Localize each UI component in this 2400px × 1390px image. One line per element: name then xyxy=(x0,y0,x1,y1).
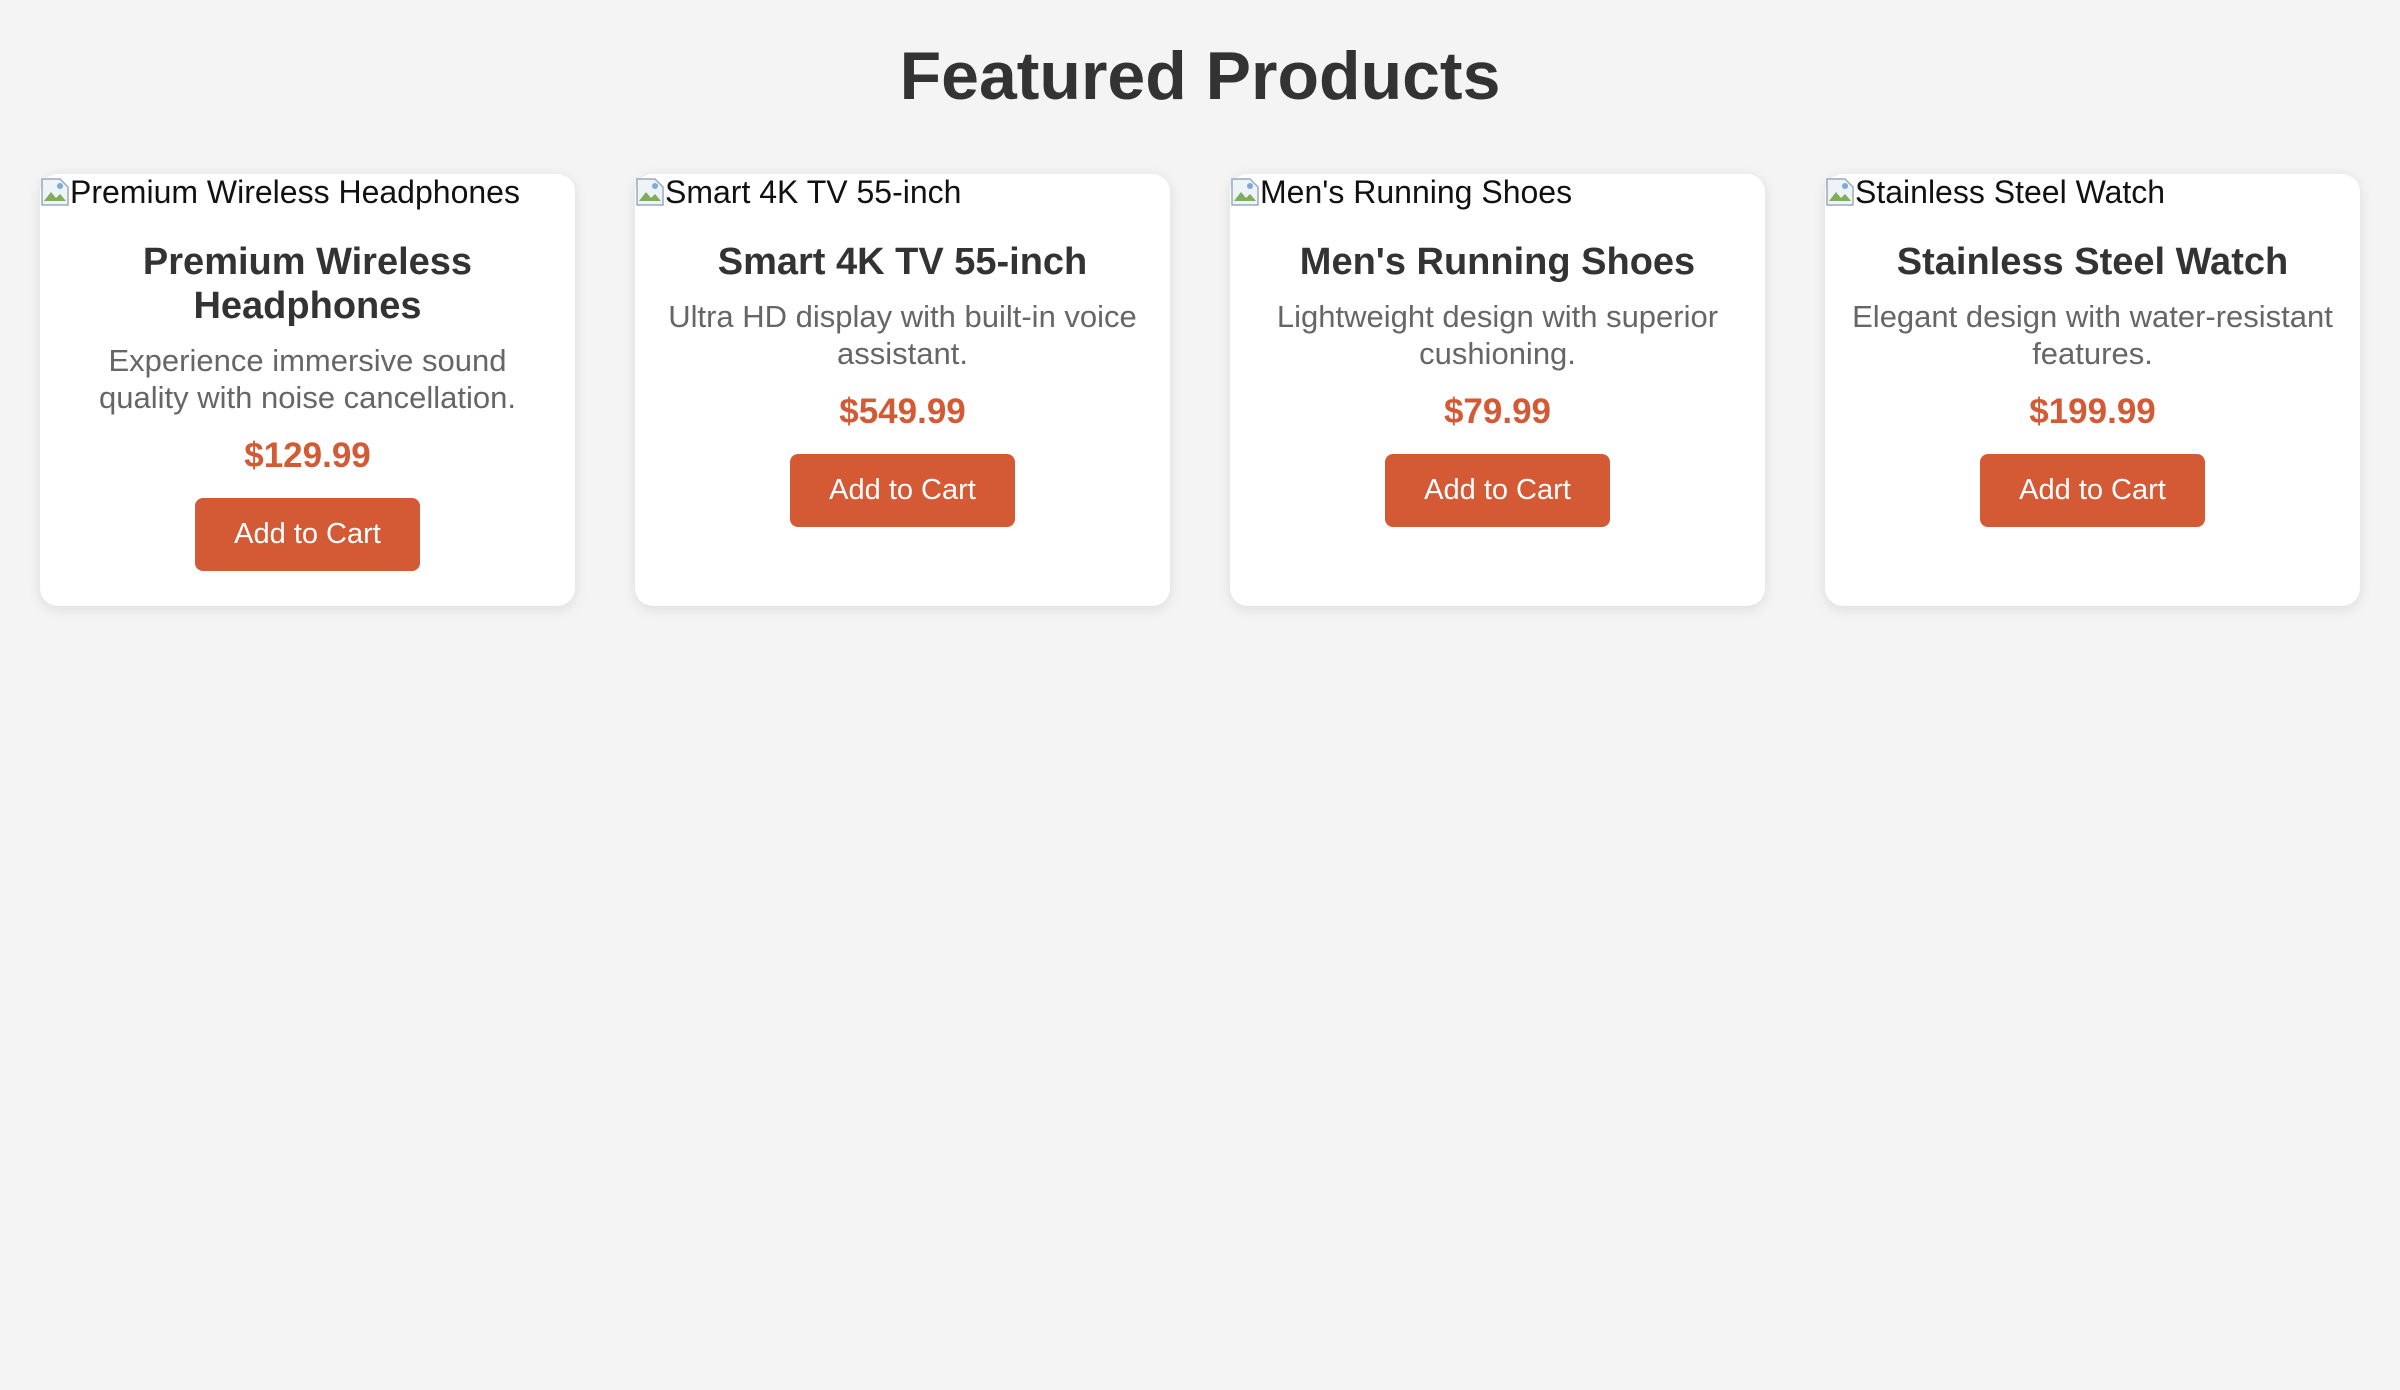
product-card: Premium Wireless Headphones Premium Wire… xyxy=(40,174,575,606)
product-name: Smart 4K TV 55-inch xyxy=(717,241,1088,283)
product-description: Elegant design with water-resistant feat… xyxy=(1852,299,2333,371)
product-name: Stainless Steel Watch xyxy=(1896,241,2289,283)
product-price: $129.99 xyxy=(244,436,371,475)
page-title: Featured Products xyxy=(899,38,1501,114)
add-to-cart-button[interactable]: Add to Cart xyxy=(790,454,1015,527)
image-alt-text: Smart 4K TV 55-inch xyxy=(665,174,962,210)
product-image: Men's Running Shoes xyxy=(1230,174,1765,210)
product-price: $79.99 xyxy=(1443,392,1552,431)
add-to-cart-button[interactable]: Add to Cart xyxy=(1385,454,1610,527)
image-alt-text: Stainless Steel Watch xyxy=(1855,174,2166,210)
image-alt-text: Men's Running Shoes xyxy=(1260,174,1573,210)
broken-image-icon xyxy=(1826,178,1854,206)
product-price: $549.99 xyxy=(839,392,966,431)
product-card: Smart 4K TV 55-inch Smart 4K TV 55-inch … xyxy=(635,174,1170,606)
add-to-cart-button[interactable]: Add to Cart xyxy=(195,498,420,571)
broken-image-icon xyxy=(636,178,664,206)
broken-image-icon xyxy=(41,178,69,206)
product-description: Ultra HD display with built-in voice ass… xyxy=(668,299,1137,371)
add-to-cart-button[interactable]: Add to Cart xyxy=(1980,454,2205,527)
product-price: $199.99 xyxy=(2029,392,2156,431)
product-description: Experience immersive sound quality with … xyxy=(98,343,517,415)
product-name: Men's Running Shoes xyxy=(1299,241,1696,283)
image-alt-text: Premium Wireless Headphones xyxy=(70,174,520,210)
product-card: Men's Running Shoes Men's Running Shoes … xyxy=(1230,174,1765,606)
product-description: Lightweight design with superior cushion… xyxy=(1276,299,1719,371)
product-card: Stainless Steel Watch Stainless Steel Wa… xyxy=(1825,174,2360,606)
product-image: Smart 4K TV 55-inch xyxy=(635,174,1170,210)
product-image: Stainless Steel Watch xyxy=(1825,174,2360,210)
product-name: Premium Wireless Headphones xyxy=(142,241,473,327)
product-grid: Premium Wireless Headphones Premium Wire… xyxy=(40,174,2360,606)
broken-image-icon xyxy=(1231,178,1259,206)
product-image: Premium Wireless Headphones xyxy=(40,174,575,210)
